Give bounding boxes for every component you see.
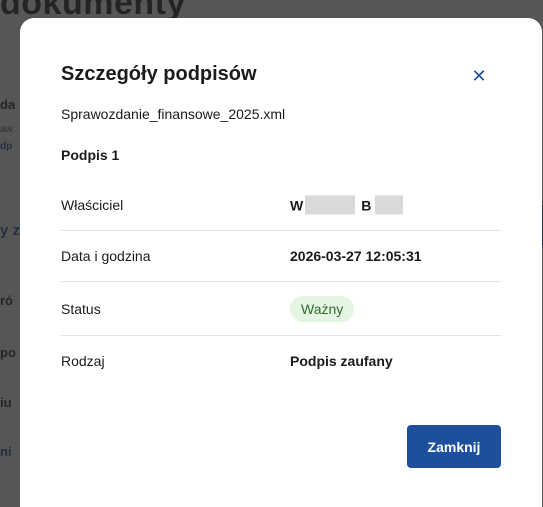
detail-row-owner: Właściciel W B bbox=[61, 180, 501, 231]
owner-initial-last: B bbox=[361, 197, 372, 213]
close-icon[interactable]: ✕ bbox=[466, 64, 492, 90]
datetime-value: 2026-03-27 12:05:31 bbox=[290, 248, 422, 264]
dialog-title: Szczegóły podpisów bbox=[61, 63, 257, 85]
owner-label: Właściciel bbox=[61, 197, 124, 213]
status-label: Status bbox=[61, 300, 101, 317]
datetime-label: Data i godzina bbox=[61, 248, 151, 264]
signature-details-list: Właściciel W B Data i godzina 2026-03-27… bbox=[61, 180, 501, 386]
type-label: Rodzaj bbox=[61, 353, 105, 369]
detail-row-datetime: Data i godzina 2026-03-27 12:05:31 bbox=[61, 231, 501, 282]
redacted-last-name bbox=[375, 195, 404, 215]
detail-row-status: Status Ważny bbox=[61, 282, 501, 336]
signature-details-dialog: Szczegóły podpisów ✕ Sprawozdanie_finans… bbox=[20, 18, 542, 507]
status-badge: Ważny bbox=[290, 295, 355, 322]
redacted-first-name bbox=[305, 195, 356, 215]
close-button[interactable]: Zamknij bbox=[407, 425, 501, 468]
signature-heading: Podpis 1 bbox=[61, 147, 120, 163]
owner-value: W B bbox=[290, 195, 404, 215]
status-value: Ważny bbox=[290, 295, 355, 322]
detail-row-type: Rodzaj Podpis zaufany bbox=[61, 336, 501, 386]
file-name: Sprawozdanie_finansowe_2025.xml bbox=[61, 106, 286, 122]
type-value: Podpis zaufany bbox=[290, 353, 393, 369]
owner-initial-first: W bbox=[290, 197, 304, 213]
